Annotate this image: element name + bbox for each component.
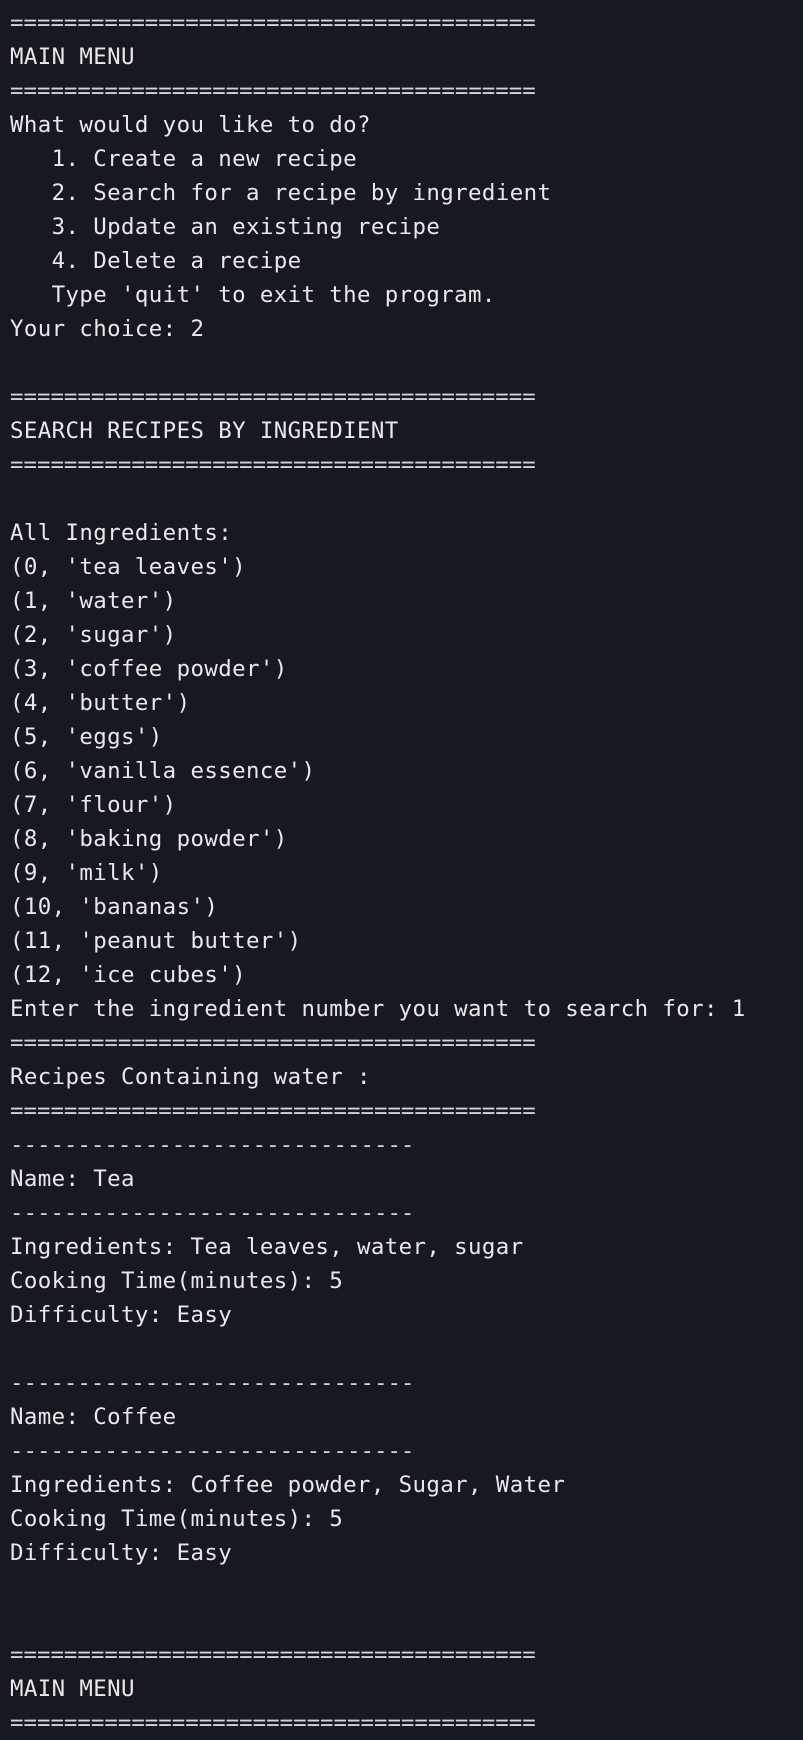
- separator-line: =======================================: [10, 1710, 536, 1736]
- terminal-line: All Ingredients:: [10, 520, 233, 546]
- terminal-line: (7, 'flour'): [10, 792, 177, 818]
- separator-line: =======================================: [10, 10, 536, 36]
- terminal-line: 1. Create a new recipe: [10, 146, 358, 172]
- terminal-line: SEARCH RECIPES BY INGREDIENT: [10, 418, 399, 444]
- terminal-line: Ingredients: Coffee powder, Sugar, Water: [10, 1472, 566, 1498]
- terminal-line: MAIN MENU: [10, 1676, 135, 1702]
- terminal-line: 3. Update an existing recipe: [10, 214, 441, 240]
- terminal-line: (5, 'eggs'): [10, 724, 163, 750]
- separator-line: =======================================: [10, 1098, 536, 1124]
- terminal-line: MAIN MENU: [10, 44, 135, 70]
- divider-line: ------------------------------: [10, 1200, 415, 1226]
- terminal-line: (6, 'vanilla essence'): [10, 758, 316, 784]
- terminal-line: (9, 'milk'): [10, 860, 163, 886]
- terminal-line: What would you like to do?: [10, 112, 371, 138]
- terminal-line: (11, 'peanut butter'): [10, 928, 302, 954]
- terminal-line: (0, 'tea leaves'): [10, 554, 246, 580]
- divider-line: ------------------------------: [10, 1438, 415, 1464]
- input-prompt-line: Your choice: 2: [10, 316, 205, 342]
- terminal-line: (4, 'butter'): [10, 690, 191, 716]
- terminal-line: Difficulty: Easy: [10, 1540, 233, 1566]
- separator-line: =======================================: [10, 78, 536, 104]
- terminal-line: (2, 'sugar'): [10, 622, 177, 648]
- input-prompt-line: Enter the ingredient number you want to …: [10, 996, 746, 1022]
- terminal-line: (3, 'coffee powder'): [10, 656, 288, 682]
- separator-line: =======================================: [10, 452, 536, 478]
- terminal-line: Ingredients: Tea leaves, water, sugar: [10, 1234, 524, 1260]
- terminal-line: 2. Search for a recipe by ingredient: [10, 180, 552, 206]
- terminal-line: Type 'quit' to exit the program.: [10, 282, 496, 308]
- separator-line: =======================================: [10, 384, 536, 410]
- terminal-line: Difficulty: Easy: [10, 1302, 233, 1328]
- separator-line: =======================================: [10, 1642, 536, 1668]
- terminal-line: 4. Delete a recipe: [10, 248, 302, 274]
- terminal-line: Cooking Time(minutes): 5: [10, 1506, 344, 1532]
- divider-line: ------------------------------: [10, 1132, 415, 1158]
- separator-line: =======================================: [10, 1030, 536, 1056]
- terminal-line: Name: Coffee: [10, 1404, 177, 1430]
- terminal-line: Recipes Containing water :: [10, 1064, 371, 1090]
- terminal-line: (1, 'water'): [10, 588, 177, 614]
- terminal-line: (8, 'baking powder'): [10, 826, 288, 852]
- terminal-line: Name: Tea: [10, 1166, 135, 1192]
- terminal-line: Cooking Time(minutes): 5: [10, 1268, 344, 1294]
- terminal-output: ======================================= M…: [10, 6, 800, 1740]
- terminal-line: (10, 'bananas'): [10, 894, 219, 920]
- divider-line: ------------------------------: [10, 1370, 415, 1396]
- terminal-line: (12, 'ice cubes'): [10, 962, 246, 988]
